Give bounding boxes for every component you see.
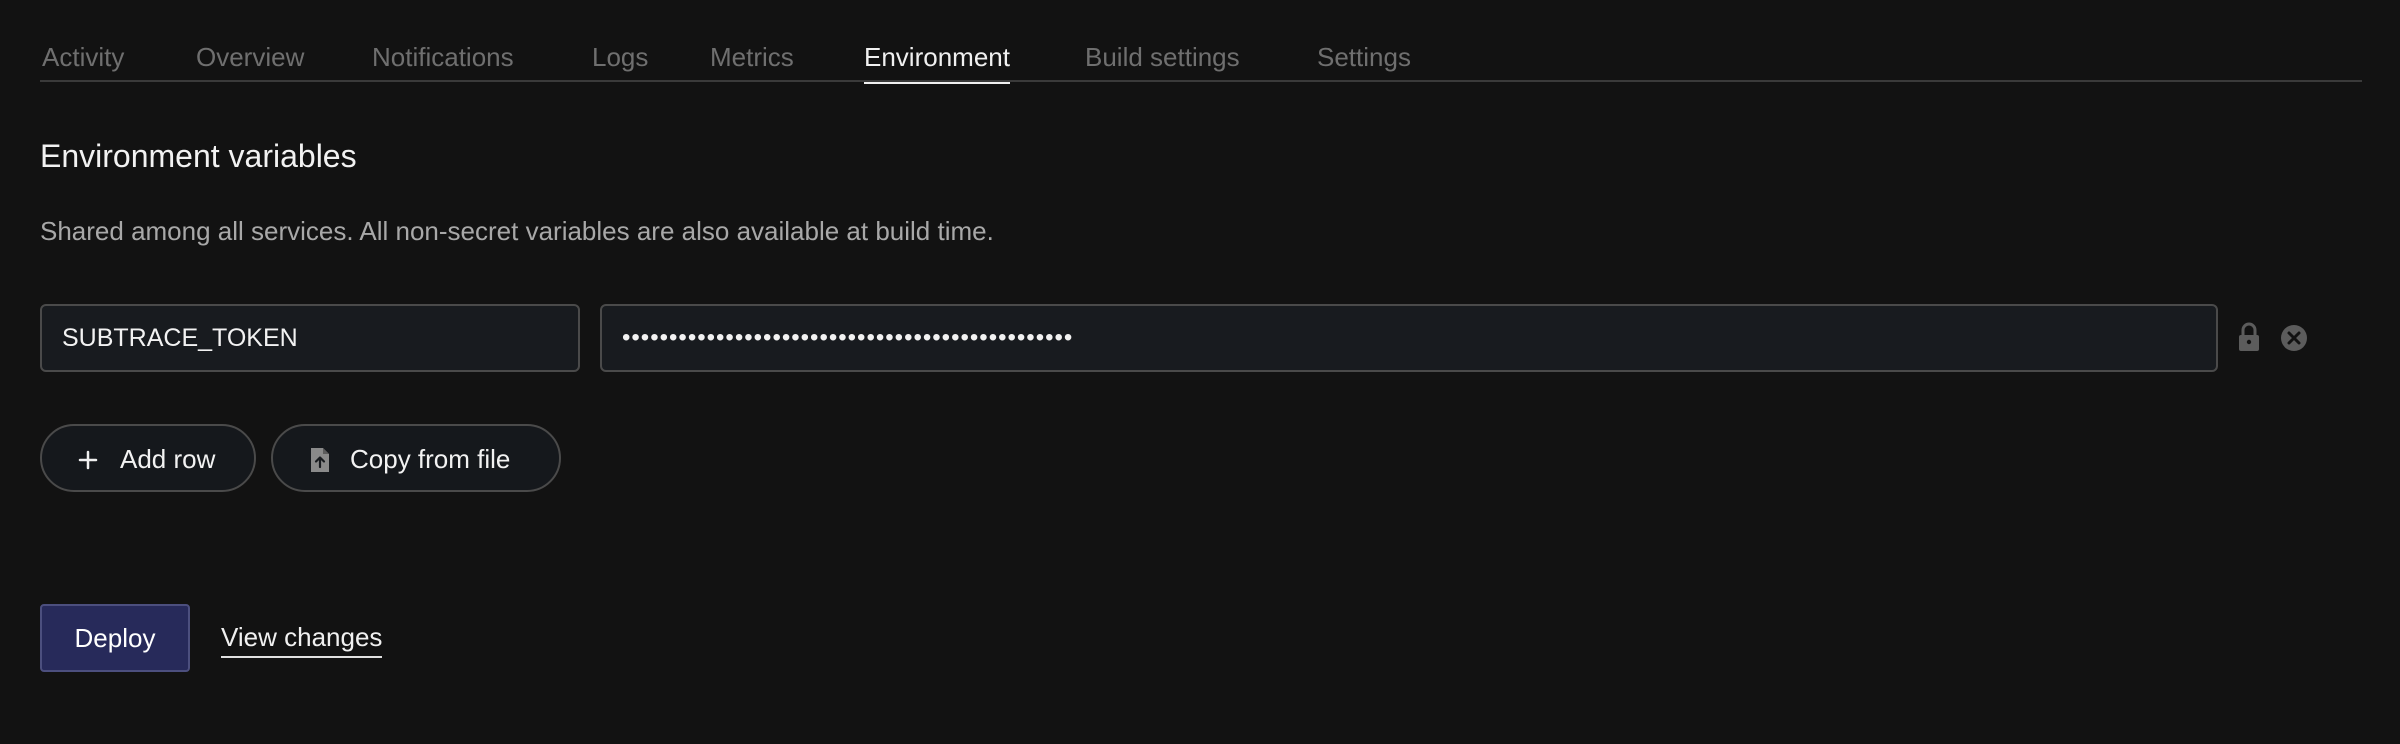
lock-icon[interactable] bbox=[2229, 318, 2269, 358]
tab-settings[interactable]: Settings bbox=[1317, 38, 1411, 76]
deploy-button[interactable]: Deploy bbox=[40, 604, 190, 672]
env-key-input[interactable]: SUBTRACE_TOKEN bbox=[40, 304, 580, 372]
section-description: Shared among all services. All non-secre… bbox=[40, 216, 994, 246]
plus-icon bbox=[78, 450, 98, 470]
tab-bar: Activity Overview Notifications Logs Met… bbox=[40, 0, 2362, 84]
copy-from-file-button[interactable]: Copy from file bbox=[271, 424, 561, 492]
tab-build-settings[interactable]: Build settings bbox=[1085, 38, 1240, 76]
copy-from-file-label: Copy from file bbox=[350, 444, 511, 474]
view-changes-link[interactable]: View changes bbox=[221, 620, 383, 658]
tab-activity[interactable]: Activity bbox=[42, 38, 124, 76]
file-upload-icon bbox=[311, 448, 329, 472]
tab-environment[interactable]: Environment bbox=[864, 38, 1010, 84]
tab-notifications[interactable]: Notifications bbox=[372, 38, 514, 76]
section-title: Environment variables bbox=[40, 138, 357, 174]
add-row-button[interactable]: Add row bbox=[40, 424, 256, 492]
remove-circle-icon[interactable] bbox=[2274, 318, 2314, 358]
env-value-input[interactable]: ••••••••••••••••••••••••••••••••••••••••… bbox=[600, 304, 2218, 372]
tab-metrics[interactable]: Metrics bbox=[710, 38, 794, 76]
add-row-label: Add row bbox=[120, 444, 216, 474]
tab-overview[interactable]: Overview bbox=[196, 38, 304, 76]
tab-logs[interactable]: Logs bbox=[592, 38, 648, 76]
